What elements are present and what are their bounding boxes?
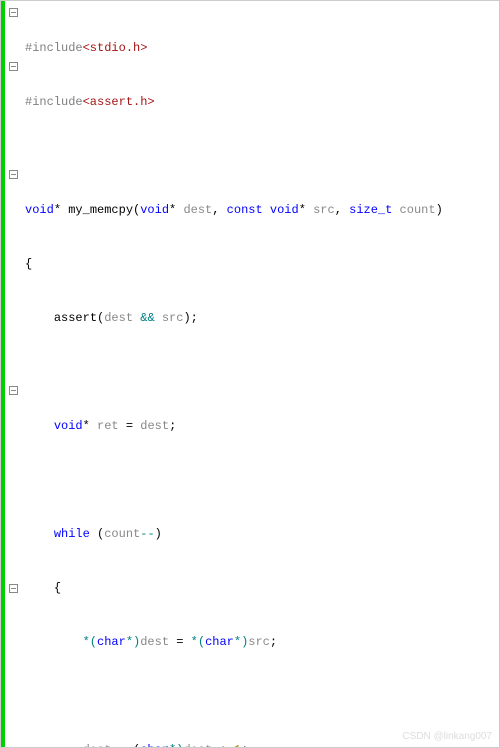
code-line: void* ret = dest; <box>25 417 499 435</box>
fold-toggle[interactable] <box>9 170 18 179</box>
fold-toggle[interactable] <box>9 584 18 593</box>
code-area: #include<stdio.h> #include<assert.h> voi… <box>21 1 499 747</box>
code-editor: #include<stdio.h> #include<assert.h> voi… <box>0 0 500 748</box>
fold-toggle[interactable] <box>9 386 18 395</box>
code-line: while (count--) <box>25 525 499 543</box>
fold-toggle[interactable] <box>9 62 18 71</box>
code-line: assert(dest && src); <box>25 309 499 327</box>
code-line: { <box>25 579 499 597</box>
code-line: void* my_memcpy(void* dest, const void* … <box>25 201 499 219</box>
code-line: { <box>25 255 499 273</box>
code-line: #include<assert.h> <box>25 93 499 111</box>
watermark: CSDN @linkang007 <box>402 729 492 744</box>
code-line: #include<stdio.h> <box>25 39 499 57</box>
code-line: *(char*)dest = *(char*)src; <box>25 633 499 651</box>
fold-toggle[interactable] <box>9 8 18 17</box>
fold-gutter <box>5 1 21 747</box>
